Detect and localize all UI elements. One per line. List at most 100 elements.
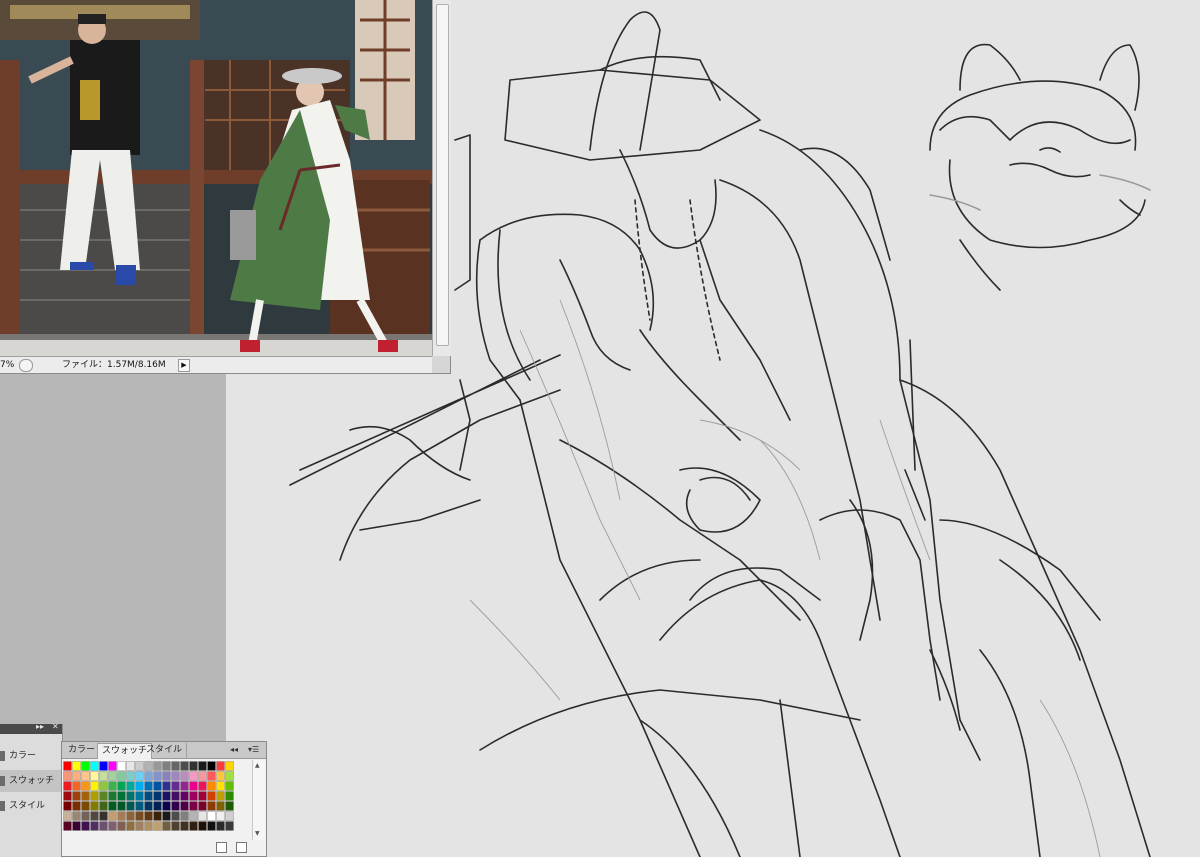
swatch-cell[interactable] [171, 791, 180, 801]
swatch-cell[interactable] [81, 801, 90, 811]
swatch-cell[interactable] [72, 781, 81, 791]
swatch-cell[interactable] [225, 761, 234, 771]
swatch-cell[interactable] [117, 811, 126, 821]
swatch-cell[interactable] [198, 791, 207, 801]
swatch-cell[interactable] [126, 791, 135, 801]
swatch-cell[interactable] [198, 761, 207, 771]
swatch-cell[interactable] [81, 821, 90, 831]
swatch-cell[interactable] [189, 761, 198, 771]
swatch-cell[interactable] [117, 761, 126, 771]
swatch-cell[interactable] [189, 821, 198, 831]
delete-swatch-icon[interactable] [236, 842, 247, 853]
swatch-cell[interactable] [108, 761, 117, 771]
close-icon[interactable]: ✕ [52, 722, 59, 731]
swatch-cell[interactable] [117, 821, 126, 831]
reference-scrollbar[interactable] [432, 0, 451, 356]
swatch-cell[interactable] [144, 771, 153, 781]
swatch-cell[interactable] [72, 821, 81, 831]
swatch-cell[interactable] [126, 801, 135, 811]
scroll-down-icon[interactable]: ▼ [255, 830, 260, 837]
swatch-cell[interactable] [180, 781, 189, 791]
swatch-cell[interactable] [90, 781, 99, 791]
swatch-cell[interactable] [198, 811, 207, 821]
swatch-cell[interactable] [180, 821, 189, 831]
swatch-cell[interactable] [63, 821, 72, 831]
swatch-cell[interactable] [63, 781, 72, 791]
swatch-cell[interactable] [144, 821, 153, 831]
swatch-cell[interactable] [162, 801, 171, 811]
swatch-cell[interactable] [207, 811, 216, 821]
swatch-cell[interactable] [135, 801, 144, 811]
swatch-cell[interactable] [171, 761, 180, 771]
expand-arrows-icon[interactable]: ▸▸ [36, 722, 44, 731]
swatch-cell[interactable] [171, 771, 180, 781]
swatch-cell[interactable] [99, 791, 108, 801]
side-item-color[interactable]: カラー [0, 745, 61, 767]
swatch-cell[interactable] [225, 781, 234, 791]
swatch-cell[interactable] [126, 781, 135, 791]
swatch-cell[interactable] [216, 821, 225, 831]
swatch-cell[interactable] [162, 781, 171, 791]
swatch-cell[interactable] [81, 811, 90, 821]
swatch-cell[interactable] [72, 811, 81, 821]
swatch-cell[interactable] [171, 781, 180, 791]
swatch-cell[interactable] [99, 811, 108, 821]
swatch-cell[interactable] [207, 801, 216, 811]
swatch-cell[interactable] [126, 811, 135, 821]
swatch-cell[interactable] [63, 801, 72, 811]
swatch-cell[interactable] [162, 791, 171, 801]
swatch-cell[interactable] [189, 771, 198, 781]
swatch-cell[interactable] [108, 811, 117, 821]
tab-color[interactable]: カラー [64, 743, 101, 758]
swatch-cell[interactable] [162, 811, 171, 821]
swatch-cell[interactable] [171, 801, 180, 811]
swatch-cell[interactable] [225, 821, 234, 831]
swatch-cell[interactable] [180, 811, 189, 821]
swatch-cell[interactable] [63, 811, 72, 821]
swatch-cell[interactable] [90, 761, 99, 771]
swatches-scrollbar[interactable]: ▲ ▼ [252, 760, 265, 840]
swatch-cell[interactable] [189, 781, 198, 791]
swatch-cell[interactable] [99, 801, 108, 811]
zoom-level[interactable]: 7% [0, 357, 18, 373]
swatch-cell[interactable] [63, 771, 72, 781]
swatch-cell[interactable] [198, 821, 207, 831]
swatch-cell[interactable] [81, 781, 90, 791]
swatch-cell[interactable] [99, 781, 108, 791]
swatch-cell[interactable] [81, 761, 90, 771]
swatch-cell[interactable] [144, 811, 153, 821]
swatch-cell[interactable] [225, 791, 234, 801]
swatch-cell[interactable] [171, 811, 180, 821]
swatch-cell[interactable] [63, 761, 72, 771]
swatch-grid[interactable] [63, 761, 243, 847]
side-item-swatches[interactable]: スウォッチ [0, 770, 61, 792]
swatch-cell[interactable] [108, 801, 117, 811]
swatch-cell[interactable] [153, 781, 162, 791]
swatch-cell[interactable] [135, 761, 144, 771]
swatch-cell[interactable] [153, 811, 162, 821]
swatch-cell[interactable] [135, 781, 144, 791]
swatch-cell[interactable] [99, 761, 108, 771]
swatch-cell[interactable] [108, 781, 117, 791]
swatch-cell[interactable] [108, 821, 117, 831]
swatch-cell[interactable] [216, 781, 225, 791]
swatch-cell[interactable] [72, 791, 81, 801]
swatch-cell[interactable] [72, 761, 81, 771]
swatch-cell[interactable] [225, 771, 234, 781]
swatch-cell[interactable] [180, 791, 189, 801]
swatch-cell[interactable] [90, 811, 99, 821]
swatch-cell[interactable] [135, 821, 144, 831]
swatch-cell[interactable] [126, 761, 135, 771]
swatch-cell[interactable] [81, 771, 90, 781]
swatch-cell[interactable] [207, 761, 216, 771]
swatch-cell[interactable] [207, 791, 216, 801]
swatch-cell[interactable] [153, 821, 162, 831]
swatch-cell[interactable] [108, 791, 117, 801]
swatch-cell[interactable] [153, 771, 162, 781]
swatch-cell[interactable] [126, 821, 135, 831]
zoom-control-icon[interactable] [19, 359, 33, 372]
swatch-cell[interactable] [216, 791, 225, 801]
swatch-cell[interactable] [180, 761, 189, 771]
swatch-cell[interactable] [90, 821, 99, 831]
swatch-cell[interactable] [216, 811, 225, 821]
